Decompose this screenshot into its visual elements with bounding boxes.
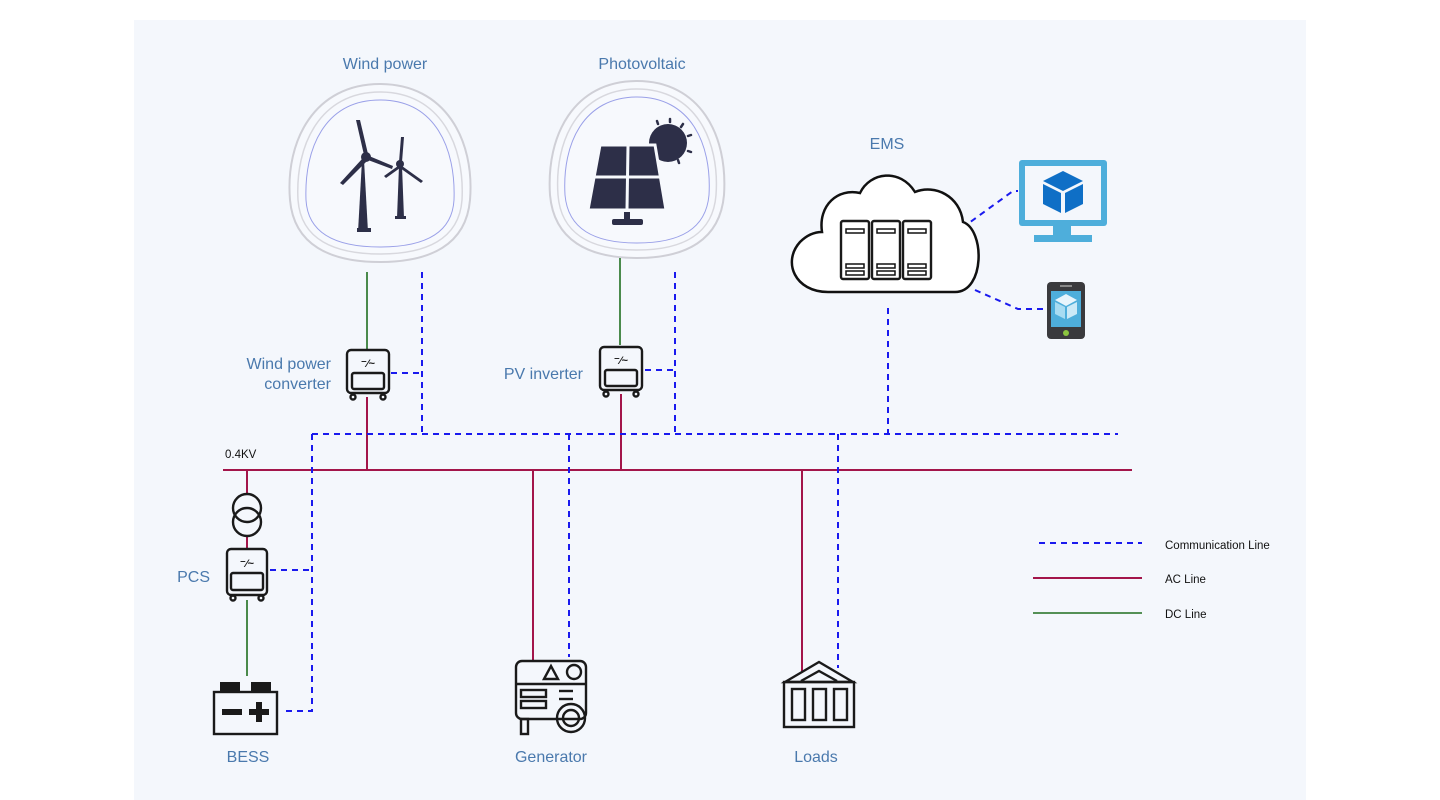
legend-label: AC Line (1165, 574, 1206, 586)
svg-text:⁻⁄~: ⁻⁄~ (614, 355, 629, 367)
legend-label: DC Line (1165, 609, 1207, 621)
loads-label: Loads (794, 749, 838, 766)
svg-text:⁻⁄~: ⁻⁄~ (361, 358, 376, 370)
photovoltaic-label: Photovoltaic (598, 56, 685, 73)
legend-label: Communication Line (1165, 540, 1270, 552)
generator-label: Generator (515, 749, 588, 766)
pcs-label: PCS (177, 569, 210, 586)
wind-power-label: Wind power (343, 56, 428, 73)
pv-inverter-label: PV inverter (504, 366, 584, 383)
svg-text:⁻⁄~: ⁻⁄~ (240, 558, 255, 570)
mobile-phone-icon[interactable] (1047, 282, 1085, 339)
ems-label: EMS (870, 136, 905, 153)
microgrid-diagram: Wind power Photovoltaic ⁻⁄~ Wind power c… (134, 20, 1306, 800)
bus-voltage-label: 0.4KV (225, 449, 257, 461)
wind-converter-label-line2: converter (264, 376, 331, 393)
wind-badge-outline (288, 82, 472, 264)
wind-converter-label-line1: Wind power (247, 356, 332, 373)
bess-label: BESS (227, 749, 270, 766)
